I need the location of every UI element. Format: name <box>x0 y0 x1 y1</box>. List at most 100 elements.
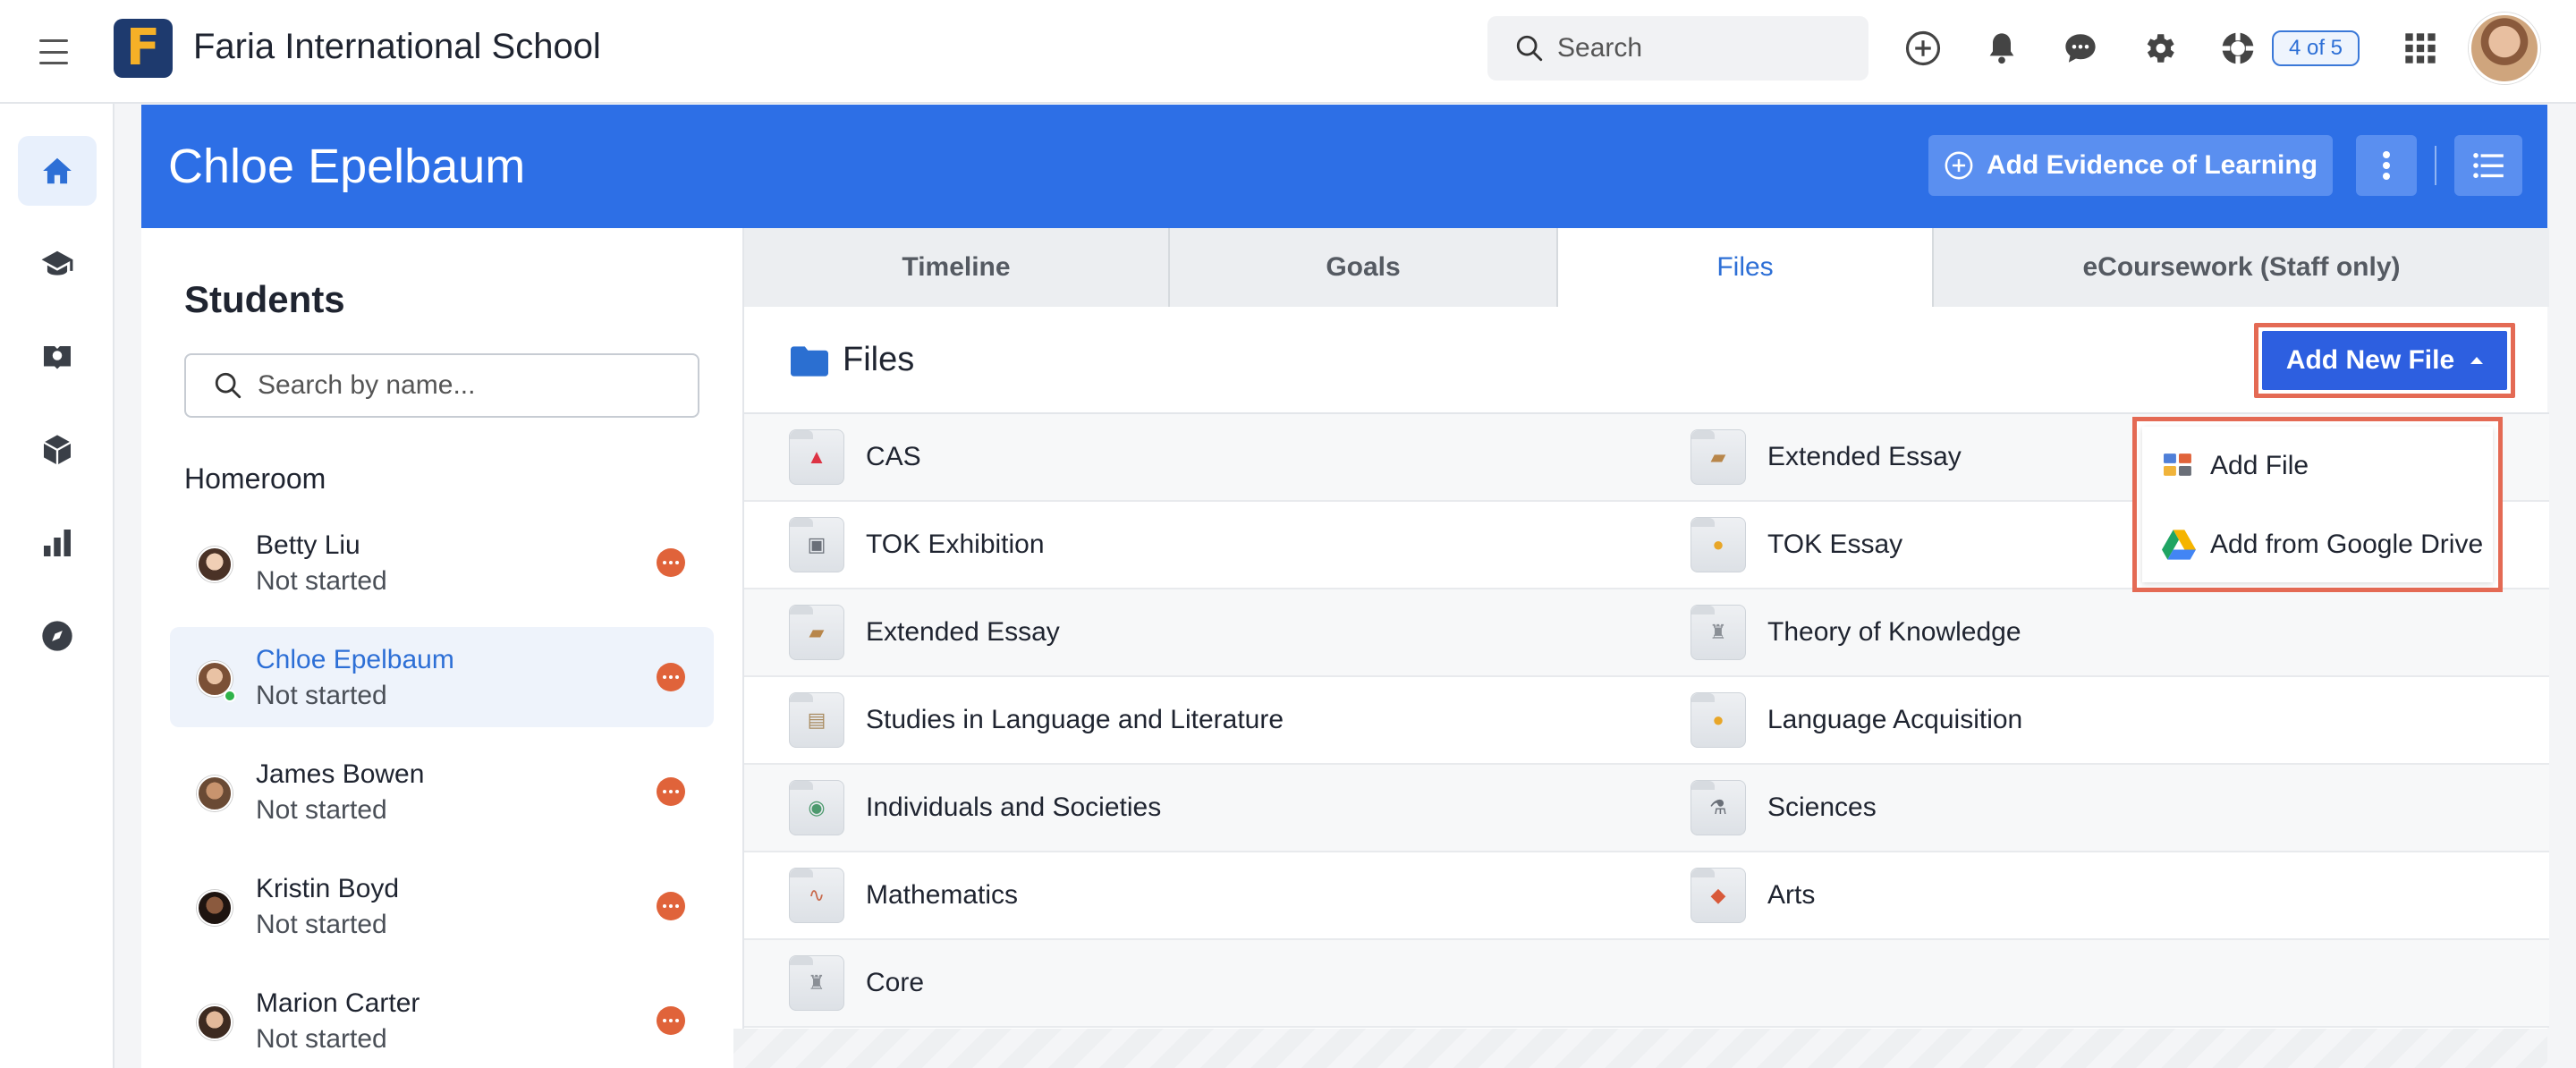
student-row[interactable]: Kristin Boyd Not started <box>170 856 714 956</box>
folder-label: Studies in Language and Literature <box>866 705 1284 734</box>
student-status: Not started <box>256 681 387 710</box>
folder-book-icon: ▤ <box>789 692 844 748</box>
add-new-file-highlight: Add New File <box>2254 323 2515 398</box>
bar-chart-icon <box>44 530 71 556</box>
dropdown-google-drive[interactable]: Add from Google Drive <box>2142 505 2493 584</box>
more-icon[interactable] <box>657 777 685 806</box>
folder-label: Arts <box>1767 880 1816 910</box>
student-name: Marion Carter <box>256 988 420 1018</box>
apps-grid-icon[interactable] <box>2399 27 2442 70</box>
rail-reports[interactable] <box>18 508 97 578</box>
student-row[interactable]: Marion Carter Not started <box>170 971 714 1068</box>
folder-row: ♜ Core <box>744 940 2549 1028</box>
folder-microscope-icon: ⚗ <box>1690 780 1746 835</box>
folder-label: Core <box>866 968 925 997</box>
add-file-dropdown-highlight: Add File Add from Google Drive <box>2132 417 2503 592</box>
caret-up-icon <box>2470 357 2484 364</box>
folder-theory-of-knowledge-icon: ♜ <box>1690 605 1746 660</box>
tab-files[interactable]: Files <box>1558 228 1934 307</box>
folder-item[interactable]: ● Language Acquisition <box>1690 677 2022 763</box>
add-new-file-button[interactable]: Add New File <box>2262 331 2507 390</box>
rail-programs[interactable] <box>18 229 97 299</box>
kebab-icon <box>2383 151 2390 180</box>
folder-arts-icon: ◆ <box>1690 868 1746 923</box>
folder-label: Extended Essay <box>1767 442 1962 471</box>
students-title: Students <box>184 278 345 320</box>
folder-row: ∿ Mathematics ◆ Arts <box>744 852 2549 940</box>
menu-hamburger-icon[interactable] <box>36 34 72 70</box>
add-evidence-label: Add Evidence of Learning <box>1986 150 2318 180</box>
student-name: Chloe Epelbaum <box>256 645 454 674</box>
add-circle-icon[interactable] <box>1902 27 1945 70</box>
folder-item[interactable]: ◉ Individuals and Societies <box>789 765 1161 851</box>
more-options-button[interactable] <box>2356 135 2417 196</box>
progress-badge[interactable]: 4 of 5 <box>2272 30 2360 66</box>
student-name: Betty Liu <box>256 530 360 560</box>
rail-home[interactable] <box>18 136 97 206</box>
rail-explore[interactable] <box>18 601 97 671</box>
list-view-button[interactable] <box>2454 135 2522 196</box>
folder-globe-icon: ◉ <box>789 780 844 835</box>
folder-item[interactable]: ● TOK Essay <box>1690 502 1902 588</box>
folder-item[interactable]: ∿ Mathematics <box>789 852 1018 938</box>
folder-mathematics-icon: ∿ <box>789 868 844 923</box>
folder-tok-exhibition-icon: ▣ <box>789 517 844 572</box>
more-icon[interactable] <box>657 663 685 691</box>
school-logo[interactable]: F <box>114 19 173 78</box>
files-header: Files Add New File <box>744 307 2549 414</box>
add-evidence-button[interactable]: Add Evidence of Learning <box>1928 135 2333 196</box>
more-icon[interactable] <box>657 892 685 920</box>
folder-item[interactable]: ♜ Core <box>789 940 924 1026</box>
folder-item[interactable]: ▰ Extended Essay <box>789 589 1060 675</box>
tab-timeline[interactable]: Timeline <box>744 228 1170 307</box>
add-circle-icon <box>1945 151 1973 180</box>
tab-ecoursework[interactable]: eCoursework (Staff only) <box>1934 228 2549 307</box>
avatar <box>197 547 233 582</box>
user-avatar[interactable] <box>2469 13 2540 84</box>
folder-item[interactable]: ⚗ Sciences <box>1690 765 1877 851</box>
student-search[interactable] <box>184 353 699 418</box>
gear-icon[interactable] <box>2138 27 2181 70</box>
top-bar: F Faria International School 4 of 5 <box>0 0 2576 104</box>
folder-item[interactable]: ▰ Extended Essay <box>1690 414 1962 500</box>
student-row[interactable]: James Bowen Not started <box>170 742 714 842</box>
chat-icon[interactable] <box>2059 27 2102 70</box>
student-row[interactable]: Betty Liu Not started <box>170 513 714 613</box>
student-row-selected[interactable]: Chloe Epelbaum Not started <box>170 627 714 727</box>
student-status: Not started <box>256 1024 387 1054</box>
dropdown-add-file-label: Add File <box>2210 451 2309 480</box>
folder-language-acquisition-icon: ● <box>1690 692 1746 748</box>
folder-item[interactable]: ▣ TOK Exhibition <box>789 502 1045 588</box>
folder-row: ▤ Studies in Language and Literature ● L… <box>744 677 2549 765</box>
folder-tok-essay-icon: ● <box>1690 517 1746 572</box>
folder-label: Language Acquisition <box>1767 705 2023 734</box>
student-status: Not started <box>256 910 387 939</box>
student-search-input[interactable] <box>258 370 687 401</box>
global-search-input[interactable] <box>1557 33 1852 64</box>
map-book-icon <box>44 346 71 369</box>
rail-curriculum[interactable] <box>18 322 97 392</box>
student-status: Not started <box>256 566 387 596</box>
folder-item[interactable]: ▤ Studies in Language and Literature <box>789 677 1284 763</box>
help-lifebuoy-icon[interactable] <box>2216 27 2259 70</box>
online-status-dot <box>224 690 236 702</box>
avatar <box>197 890 233 926</box>
folder-item[interactable]: ◆ Arts <box>1690 852 1815 938</box>
homeroom-label: Homeroom <box>184 462 326 495</box>
folder-label: Mathematics <box>866 880 1019 910</box>
folder-item[interactable]: ▲ CAS <box>789 414 921 500</box>
tab-goals[interactable]: Goals <box>1170 228 1558 307</box>
dropdown-add-file[interactable]: Add File <box>2142 427 2493 505</box>
avatar <box>197 1004 233 1040</box>
student-name: James Bowen <box>256 759 425 789</box>
bell-icon[interactable] <box>1980 27 2023 70</box>
logo-letter: F <box>125 19 161 77</box>
global-search[interactable] <box>1487 16 1868 81</box>
graduation-cap-icon <box>41 250 73 275</box>
rail-units[interactable] <box>18 415 97 485</box>
folder-extended-essay-icon: ▰ <box>789 605 844 660</box>
more-icon[interactable] <box>657 548 685 577</box>
more-icon[interactable] <box>657 1006 685 1035</box>
folder-icon <box>791 346 828 377</box>
folder-item[interactable]: ♜ Theory of Knowledge <box>1690 589 2021 675</box>
